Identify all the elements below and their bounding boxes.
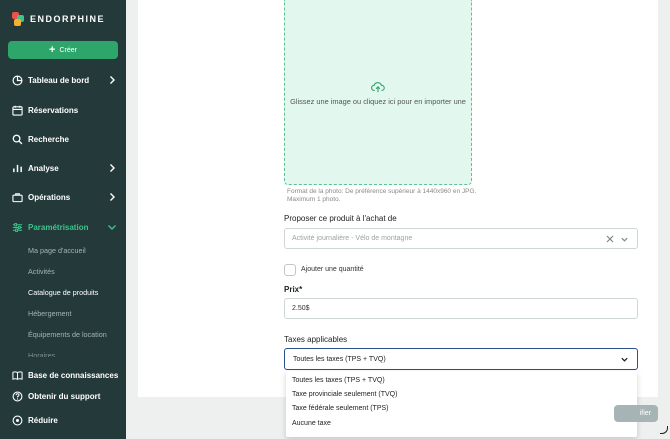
quantity-checkbox[interactable]	[284, 264, 296, 276]
sidebar-item-label: Analyse	[28, 163, 59, 173]
chevron-down-icon	[108, 225, 116, 230]
search-icon	[12, 134, 23, 145]
sidebar: ENDORPHINE + Créer Tableau de bord Réser…	[0, 0, 126, 439]
sidebar-item-analysis[interactable]: Analyse	[12, 160, 120, 176]
tax-option-none[interactable]: Aucune taxe	[292, 420, 331, 427]
sidebar-item-collapse[interactable]: Réduire	[12, 412, 120, 428]
sidebar-item-dashboard[interactable]: Tableau de bord	[12, 72, 120, 88]
sidebar-subitem-rental-equipment[interactable]: Équipements de location	[28, 330, 107, 339]
taxes-select-value: Toutes les taxes (TPS + TVQ)	[293, 355, 386, 363]
briefcase-icon	[12, 192, 23, 203]
sidebar-subitem-schedules[interactable]: Horaires	[28, 351, 55, 357]
create-button-label: Créer	[59, 46, 77, 54]
logo-icon	[12, 12, 24, 26]
bar-chart-icon	[12, 163, 23, 174]
sidebar-item-knowledge-base[interactable]: Base de connaissances	[12, 367, 120, 383]
create-button[interactable]: + Créer	[8, 41, 118, 59]
propose-select-value: Activité journalière - Vélo de montagne	[292, 235, 413, 242]
sidebar-subitem-lodging[interactable]: Hébergement	[28, 309, 72, 318]
save-button[interactable]: ifier	[614, 405, 658, 422]
sidebar-item-label: Tableau de bord	[28, 75, 90, 85]
propose-label: Proposer ce produit à l'achat de	[284, 214, 397, 223]
sidebar-subitem-product-catalog[interactable]: Catalogue de produits	[28, 288, 98, 297]
sidebar-item-label: Base de connaissances	[28, 370, 119, 380]
app-name: ENDORPHINE	[30, 14, 106, 24]
price-input[interactable]: 2.50$	[284, 298, 638, 319]
pie-chart-icon	[12, 75, 23, 86]
tax-option-all[interactable]: Toutes les taxes (TPS + TVQ)	[292, 377, 385, 384]
logo[interactable]: ENDORPHINE	[12, 12, 105, 26]
chevron-right-icon	[110, 76, 115, 84]
cloud-upload-icon	[371, 82, 385, 93]
eye-icon	[12, 415, 23, 426]
chevron-right-icon	[110, 164, 115, 172]
sidebar-item-label: Réservations	[28, 105, 79, 115]
resize-handle-icon	[660, 426, 668, 434]
taxes-select[interactable]: Toutes les taxes (TPS + TVQ)	[284, 348, 638, 370]
sidebar-item-label: Opérations	[28, 192, 71, 202]
sidebar-subitem-activities[interactable]: Activités	[28, 267, 55, 276]
taxes-label: Taxes applicables	[284, 335, 348, 344]
sidebar-item-label: Recherche	[28, 134, 69, 144]
taxes-dropdown-menu: Toutes les taxes (TPS + TVQ) Taxe provin…	[286, 371, 637, 437]
clear-icon[interactable]	[605, 234, 615, 244]
sidebar-item-label: Réduire	[28, 415, 58, 425]
tax-option-provincial[interactable]: Taxe provinciale seulement (TVQ)	[292, 391, 397, 398]
propose-select[interactable]: Activité journalière - Vélo de montagne	[284, 228, 638, 249]
chevron-down-icon	[621, 237, 628, 242]
sidebar-item-operations[interactable]: Opérations	[12, 189, 120, 205]
price-label: Prix*	[284, 285, 303, 294]
sidebar-subitem-homepage[interactable]: Ma page d'accueil	[28, 246, 86, 255]
sidebar-item-support[interactable]: Obtenir du support	[12, 388, 120, 404]
sidebar-item-label: Paramétrisation	[28, 222, 89, 232]
chevron-down-icon	[621, 357, 628, 362]
chevron-right-icon	[110, 193, 115, 201]
help-circle-icon	[12, 391, 23, 402]
sidebar-item-reservations[interactable]: Réservations	[12, 102, 120, 118]
quantity-checkbox-label: Ajouter une quantité	[301, 266, 364, 273]
dropzone-text: Glissez une image ou cliquez ici pour en…	[290, 97, 466, 106]
sidebar-item-label: Obtenir du support	[28, 391, 101, 401]
calendar-icon	[12, 105, 23, 116]
sidebar-item-search[interactable]: Recherche	[12, 131, 120, 147]
image-dropzone[interactable]: Glissez une image ou cliquez ici pour en…	[284, 0, 472, 185]
sliders-icon	[12, 222, 23, 233]
photo-format-hint: Format de la photo: De préférence supéri…	[287, 188, 477, 203]
book-icon	[12, 370, 23, 381]
save-button-label: ifier	[639, 410, 651, 417]
sidebar-item-settings[interactable]: Paramétrisation	[12, 219, 120, 235]
plus-icon: +	[49, 43, 56, 56]
tax-option-federal[interactable]: Taxe fédérale seulement (TPS)	[292, 405, 389, 412]
